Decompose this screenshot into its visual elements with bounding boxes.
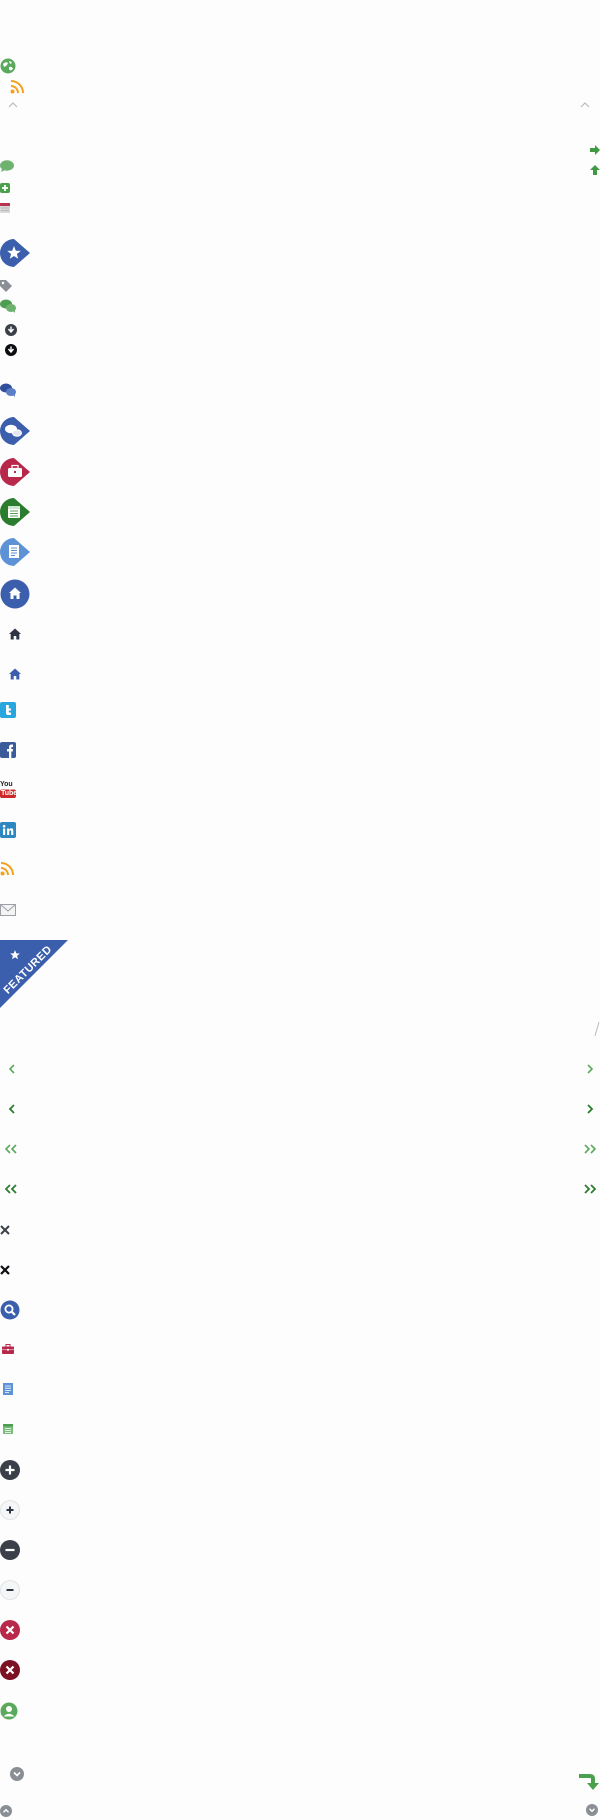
briefcase-icon xyxy=(2,1344,14,1354)
chevron-right-icon[interactable] xyxy=(586,1104,594,1114)
facebook-icon[interactable] xyxy=(0,742,16,758)
chevron-up-circle-icon[interactable] xyxy=(0,1805,12,1817)
comments-badge-icon xyxy=(0,416,32,446)
user-circle-icon[interactable] xyxy=(0,1702,18,1720)
download-circle-dark-icon[interactable] xyxy=(5,344,17,356)
double-chevron-left-icon[interactable] xyxy=(5,1184,17,1194)
twitter-icon[interactable] xyxy=(0,702,16,718)
arrow-up-icon[interactable] xyxy=(590,165,600,175)
chevron-left-icon[interactable] xyxy=(8,1104,16,1114)
chevron-down-circle-icon[interactable] xyxy=(10,1767,24,1781)
reply-arrow-icon[interactable] xyxy=(578,1770,600,1792)
remove-circle-icon[interactable] xyxy=(0,1660,20,1680)
caret-up-icon[interactable] xyxy=(8,102,18,108)
star-badge-icon xyxy=(0,237,32,269)
rss-feed-icon[interactable] xyxy=(0,862,14,876)
caret-up-icon[interactable] xyxy=(580,102,590,108)
divider-slash xyxy=(594,1022,600,1036)
close-x-icon[interactable] xyxy=(0,1225,10,1235)
comment-icon xyxy=(0,160,14,172)
arrow-right-icon[interactable] xyxy=(590,145,600,155)
download-circle-icon[interactable] xyxy=(5,324,17,336)
home-blue-icon[interactable] xyxy=(9,668,21,680)
youtube-text-bottom: Tube xyxy=(1,789,18,797)
minus-circle-icon[interactable] xyxy=(0,1580,20,1600)
rss-icon[interactable] xyxy=(10,80,24,94)
home-badge-icon[interactable] xyxy=(0,579,30,609)
document-badge-icon xyxy=(0,537,32,567)
chevron-down-circle-icon[interactable] xyxy=(586,1804,598,1816)
calendar-icon xyxy=(3,1424,13,1434)
calendar-badge-icon xyxy=(0,497,32,527)
calendar-small-icon xyxy=(0,203,10,213)
close-x-icon[interactable] xyxy=(0,1265,10,1275)
plus-square-icon[interactable] xyxy=(0,183,10,193)
youtube-text-top: You xyxy=(0,781,13,788)
featured-ribbon: FEATURED xyxy=(0,940,68,1008)
comments-blue-icon xyxy=(0,383,16,397)
remove-circle-icon[interactable] xyxy=(0,1620,20,1640)
double-chevron-right-icon[interactable] xyxy=(584,1184,596,1194)
double-chevron-right-icon[interactable] xyxy=(584,1144,596,1154)
minus-circle-icon[interactable] xyxy=(0,1540,20,1560)
plus-circle-icon[interactable] xyxy=(0,1500,20,1520)
tag-icon xyxy=(0,280,12,292)
comments-icon xyxy=(0,299,16,313)
plus-circle-icon[interactable] xyxy=(0,1460,20,1480)
chevron-left-icon[interactable] xyxy=(8,1064,16,1074)
chevron-right-icon[interactable] xyxy=(586,1064,594,1074)
briefcase-badge-icon xyxy=(0,457,32,487)
globe-icon xyxy=(0,58,16,74)
youtube-icon[interactable]: You Tube xyxy=(0,781,18,798)
home-dark-icon[interactable] xyxy=(9,628,21,640)
document-icon xyxy=(3,1383,13,1395)
linkedin-icon[interactable] xyxy=(0,822,16,838)
search-icon[interactable] xyxy=(0,1300,20,1320)
mail-icon[interactable] xyxy=(0,904,16,916)
double-chevron-left-icon[interactable] xyxy=(5,1144,17,1154)
